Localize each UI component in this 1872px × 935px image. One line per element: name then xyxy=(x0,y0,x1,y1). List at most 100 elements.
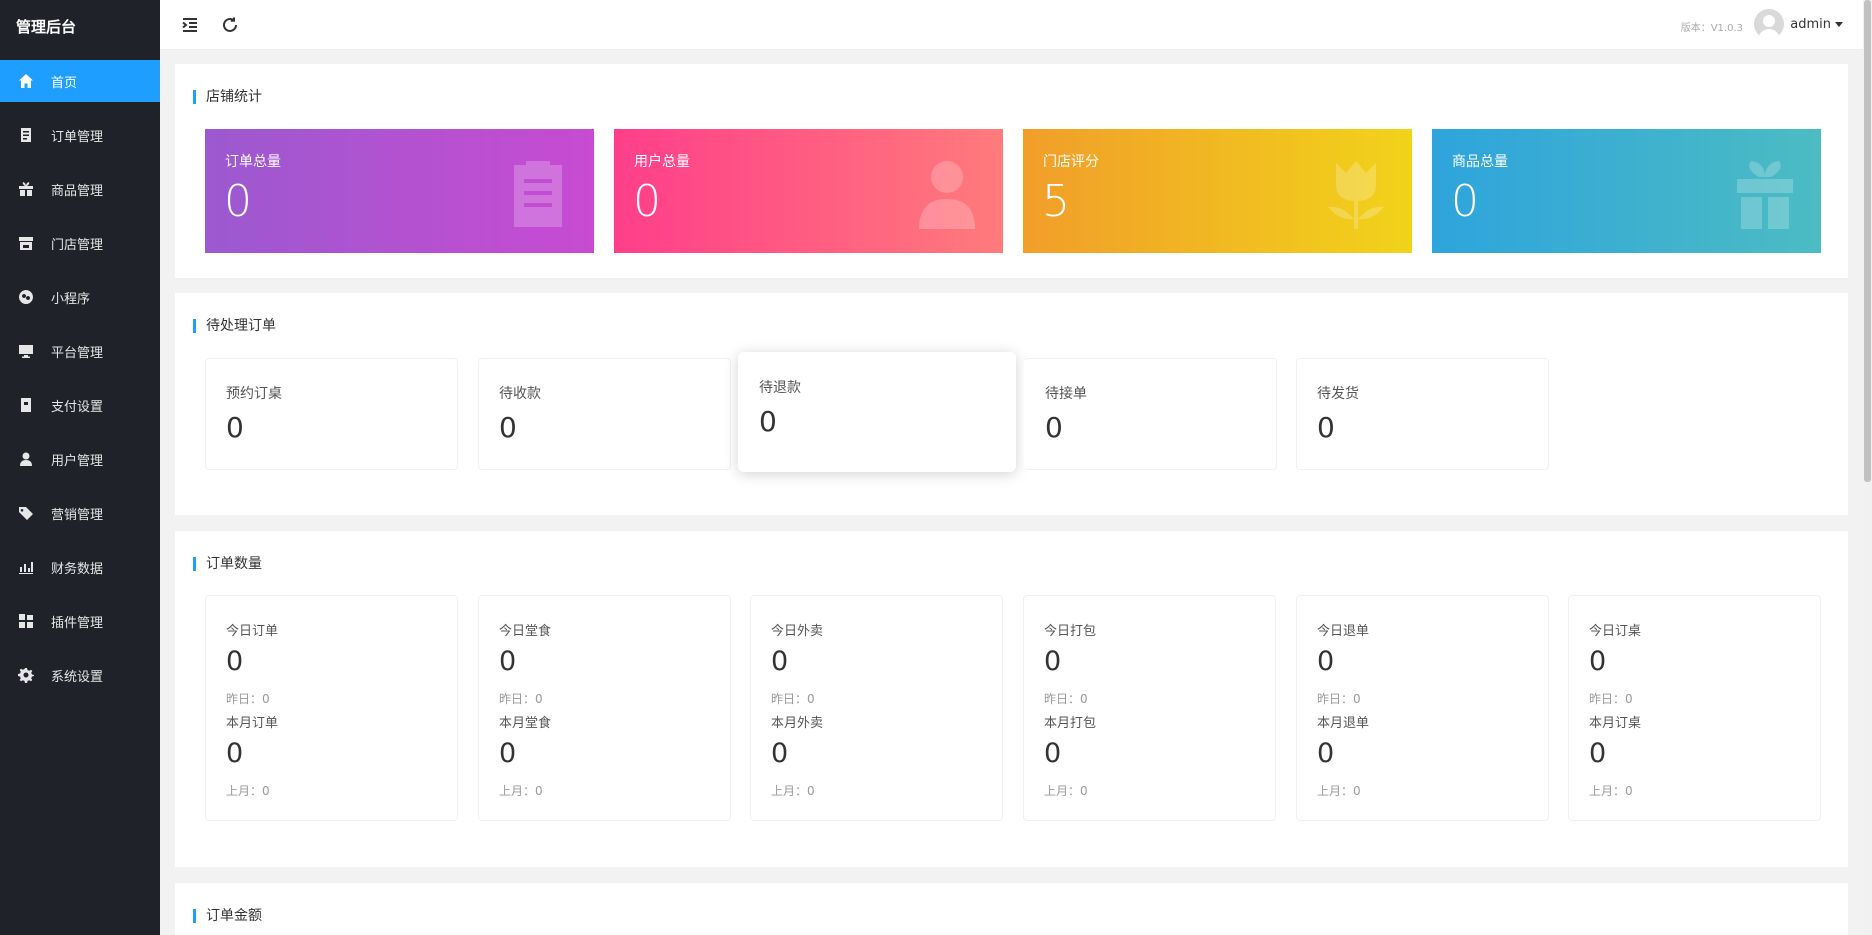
last-month-value: 上月：0 xyxy=(499,784,543,798)
stat-card-products: 商品总量 0 xyxy=(1432,129,1821,253)
stat-value: 0 xyxy=(1451,176,1479,227)
plugin-icon xyxy=(17,612,35,630)
top-header: 版本：V1.0.3 admin xyxy=(160,0,1863,50)
order-count-card: 今日订单 0 昨日：0 本月订单 0 上月：0 xyxy=(205,595,458,821)
yesterday-value: 昨日：0 xyxy=(771,692,815,706)
last-month-value: 上月：0 xyxy=(771,784,815,798)
today-label: 今日订单 xyxy=(226,624,279,639)
sidebar-item-label: 平台管理 xyxy=(51,345,104,361)
stat-value: 0 xyxy=(633,176,661,227)
brand-title: 管理后台 xyxy=(16,18,77,36)
pending-label: 待收款 xyxy=(499,386,541,402)
miniprogram-icon xyxy=(17,288,35,306)
pending-label: 预约订桌 xyxy=(226,386,282,402)
sidebar-item-marketing[interactable]: 营销管理 xyxy=(0,486,160,540)
tag-icon xyxy=(17,504,35,522)
sidebar-item-users[interactable]: 用户管理 xyxy=(0,432,160,486)
order-count-card: 今日打包 0 昨日：0 本月打包 0 上月：0 xyxy=(1023,595,1276,821)
user-menu[interactable]: admin xyxy=(1754,9,1843,39)
pending-value: 0 xyxy=(1317,411,1335,444)
stat-card-orders: 订单总量 0 xyxy=(205,129,594,253)
last-month-value: 上月：0 xyxy=(226,784,270,798)
section-title: 待处理订单 xyxy=(193,319,276,333)
today-value: 0 xyxy=(1317,646,1335,677)
pending-card-to-ship[interactable]: 待发货 0 xyxy=(1296,358,1549,470)
sidebar-item-orders[interactable]: 订单管理 xyxy=(0,108,160,162)
stat-card-rating: 门店评分 5 xyxy=(1023,129,1412,253)
home-icon xyxy=(17,72,35,90)
monitor-icon xyxy=(17,342,35,360)
sidebar-item-platform[interactable]: 平台管理 xyxy=(0,324,160,378)
sidebar-item-label: 小程序 xyxy=(51,291,91,307)
section-title: 订单金额 xyxy=(193,909,262,923)
sidebar-item-settings[interactable]: 系统设置 xyxy=(0,648,160,702)
yesterday-value: 昨日：0 xyxy=(1589,692,1633,706)
today-label: 今日订桌 xyxy=(1589,624,1642,639)
pending-card-to-refund[interactable]: 待退款 0 xyxy=(738,352,1016,472)
avatar xyxy=(1754,9,1785,39)
today-value: 0 xyxy=(499,646,517,677)
sidebar-item-payment[interactable]: 支付设置 xyxy=(0,378,160,432)
pending-card-to-collect[interactable]: 待收款 0 xyxy=(478,358,731,470)
today-value: 0 xyxy=(1589,646,1607,677)
pending-card-reservation[interactable]: 预约订桌 0 xyxy=(205,358,458,470)
sidebar-item-label: 插件管理 xyxy=(51,615,104,631)
stat-card-users: 用户总量 0 xyxy=(614,129,1003,253)
pending-card-to-accept[interactable]: 待接单 0 xyxy=(1024,358,1277,470)
chart-icon xyxy=(17,558,35,576)
order-count-panel: 订单数量 今日订单 0 昨日：0 本月订单 0 上月：0 今日堂食 0 昨日：0… xyxy=(175,531,1848,867)
username: admin xyxy=(1790,16,1831,32)
order-count-card: 今日外卖 0 昨日：0 本月外卖 0 上月：0 xyxy=(750,595,1003,821)
sidebar: 管理后台 首页 订单管理 商品管理 门店管理 小程序 平台管理 支付设置 用户管… xyxy=(0,0,160,935)
sidebar-item-label: 订单管理 xyxy=(51,129,104,145)
pending-value: 0 xyxy=(759,405,777,438)
sidebar-item-home[interactable]: 首页 xyxy=(0,60,160,102)
month-label: 本月订桌 xyxy=(1589,716,1642,731)
pending-label: 待退款 xyxy=(759,380,801,396)
today-label: 今日堂食 xyxy=(499,624,552,639)
clipboard-icon xyxy=(504,157,572,229)
page-scrollbar[interactable] xyxy=(1863,0,1872,935)
month-label: 本月打包 xyxy=(1044,716,1097,731)
month-label: 本月外卖 xyxy=(771,716,824,731)
month-label: 本月堂食 xyxy=(499,716,552,731)
store-stats-panel: 店铺统计 订单总量 0 用户总量 0 门店评分 5 商品总量 0 xyxy=(175,64,1848,278)
yesterday-value: 昨日：0 xyxy=(226,692,270,706)
wallet-icon xyxy=(17,396,35,414)
month-label: 本月退单 xyxy=(1317,716,1370,731)
last-month-value: 上月：0 xyxy=(1044,784,1088,798)
today-label: 今日退单 xyxy=(1317,624,1370,639)
sidebar-item-label: 首页 xyxy=(51,75,78,91)
sidebar-item-label: 系统设置 xyxy=(51,669,104,685)
last-month-value: 上月：0 xyxy=(1317,784,1361,798)
month-value: 0 xyxy=(1044,738,1062,769)
section-title: 店铺统计 xyxy=(193,90,262,104)
person-icon xyxy=(913,157,981,229)
version-label: 版本：V1.0.3 xyxy=(1680,23,1743,34)
yesterday-value: 昨日：0 xyxy=(1317,692,1361,706)
sidebar-item-stores[interactable]: 门店管理 xyxy=(0,216,160,270)
month-value: 0 xyxy=(771,738,789,769)
sidebar-item-products[interactable]: 商品管理 xyxy=(0,162,160,216)
pending-value: 0 xyxy=(499,411,517,444)
stat-value: 0 xyxy=(224,176,252,227)
today-value: 0 xyxy=(1044,646,1062,677)
last-month-value: 上月：0 xyxy=(1589,784,1633,798)
store-icon xyxy=(17,234,35,252)
today-value: 0 xyxy=(226,646,244,677)
sidebar-item-label: 商品管理 xyxy=(51,183,104,199)
sidebar-item-plugins[interactable]: 插件管理 xyxy=(0,594,160,648)
menu-toggle-icon[interactable] xyxy=(180,15,200,35)
sidebar-item-finance[interactable]: 财务数据 xyxy=(0,540,160,594)
refresh-icon[interactable] xyxy=(220,15,240,35)
gear-icon xyxy=(17,666,35,684)
stat-label: 商品总量 xyxy=(1452,154,1508,170)
sidebar-item-miniprogram[interactable]: 小程序 xyxy=(0,270,160,324)
gift-icon xyxy=(17,180,35,198)
scrollbar-thumb[interactable] xyxy=(1864,0,1871,482)
section-title: 订单数量 xyxy=(193,557,262,571)
sidebar-item-label: 门店管理 xyxy=(51,237,104,253)
month-value: 0 xyxy=(226,738,244,769)
order-count-card: 今日堂食 0 昨日：0 本月堂食 0 上月：0 xyxy=(478,595,731,821)
yesterday-value: 昨日：0 xyxy=(1044,692,1088,706)
